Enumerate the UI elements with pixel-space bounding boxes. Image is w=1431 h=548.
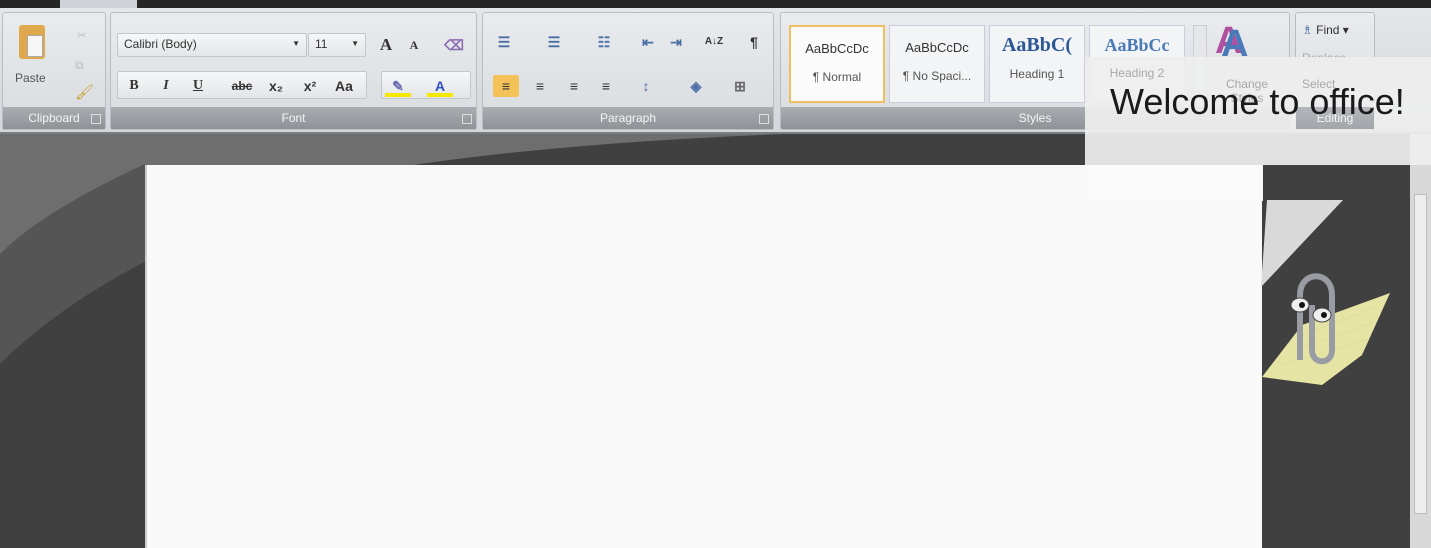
underline-button[interactable]: U (185, 75, 211, 97)
sort-button[interactable]: A↓Z (701, 31, 727, 53)
select-label: Select (1302, 77, 1336, 91)
italic-button[interactable]: I (153, 75, 179, 97)
style-name: ¶ No Spaci... (902, 69, 972, 83)
change-case-button[interactable]: Aa (331, 75, 357, 97)
style-heading-2[interactable]: AaBbCc Heading 2 (1089, 25, 1185, 103)
increase-indent-icon[interactable]: ⇥ (663, 31, 689, 53)
paste-icon[interactable] (19, 25, 45, 59)
show-formatting-button[interactable]: ¶ (741, 31, 767, 53)
numbering-icon[interactable]: ☰ (541, 31, 567, 53)
font-group-label: Font (111, 107, 476, 129)
grow-font-button[interactable]: A (373, 34, 399, 56)
replace-button[interactable]: Replace (1302, 51, 1346, 65)
subscript-button[interactable]: x₂ (263, 75, 289, 97)
dialog-launcher-icon[interactable] (91, 114, 101, 124)
find-label: Find (1316, 23, 1340, 37)
font-size-value: 11 (315, 37, 328, 51)
font-group: Calibri (Body) ▼ 11 ▼ A A ⌫ B I U abc x₂ x… (110, 12, 477, 130)
change-styles-button[interactable]: Change Styles (1217, 77, 1277, 105)
multilevel-list-icon[interactable]: ☷ (591, 31, 617, 53)
chevron-down-icon: ▼ (351, 39, 359, 48)
style-name: ¶ Normal (812, 70, 862, 84)
clipboard-group-label: Clipboard (3, 107, 105, 129)
highlight-icon[interactable]: ✎ (385, 75, 411, 97)
styles-scroll-icon[interactable] (1193, 25, 1207, 103)
styles-group: AaBbCcDc ¶ Normal AaBbCcDc ¶ No Spaci... A… (780, 12, 1290, 130)
bold-button[interactable]: B (121, 75, 147, 97)
chevron-down-icon: ▼ (292, 39, 300, 48)
editing-group-label: Editing (1296, 107, 1374, 129)
copy-icon[interactable]: ⧉ (75, 58, 84, 73)
paste-button[interactable]: Paste (15, 71, 46, 85)
font-color-button[interactable]: A (427, 75, 453, 97)
style-preview: AaBbCcDc (905, 40, 969, 55)
superscript-button[interactable]: x² (297, 75, 323, 97)
font-size-select[interactable]: 11 ▼ (308, 33, 366, 57)
clipboard-group: Paste ✂ ⧉ 🖌 Clipboard (2, 12, 106, 130)
style-no-spacing[interactable]: AaBbCcDc ¶ No Spaci... (889, 25, 985, 103)
bullets-icon[interactable]: ☰ (491, 31, 517, 53)
align-left-icon[interactable]: ≡ (493, 75, 519, 97)
editing-group: ♗ Find ▾ Replace Select Editing (1295, 12, 1375, 130)
vertical-scrollbar[interactable] (1410, 134, 1431, 548)
style-heading-1[interactable]: AaBbC( Heading 1 (989, 25, 1085, 103)
style-preview: AaBbC( (1001, 34, 1072, 56)
document-page[interactable] (145, 165, 1262, 548)
style-preview: AaBbCc (1104, 35, 1170, 55)
change-styles-icon[interactable]: A (1221, 23, 1248, 66)
style-name: Heading 1 (1009, 67, 1065, 81)
align-right-icon[interactable]: ≡ (561, 75, 587, 97)
borders-icon[interactable]: ⊞ (727, 75, 753, 97)
justify-icon[interactable]: ≡ (593, 75, 619, 97)
shading-icon[interactable]: ◈ (683, 75, 709, 97)
clear-formatting-icon[interactable]: ⌫ (441, 34, 467, 56)
select-button[interactable]: Select (1302, 77, 1335, 91)
replace-label: Replace (1302, 51, 1347, 65)
cut-icon[interactable]: ✂ (77, 29, 86, 42)
paragraph-group-label: Paragraph (483, 107, 773, 129)
dialog-launcher-icon[interactable] (759, 114, 769, 124)
styles-group-label: Styles (781, 107, 1289, 129)
strikethrough-button[interactable]: abc (229, 75, 255, 97)
dialog-launcher-icon[interactable] (462, 114, 472, 124)
paragraph-group: ☰ ☰ ☷ ⇤ ⇥ A↓Z ¶ ≡ ≡ ≡ ≡ ↕ ◈ ⊞ Paragraph (482, 12, 774, 130)
style-normal[interactable]: AaBbCcDc ¶ Normal (789, 25, 885, 103)
align-center-icon[interactable]: ≡ (527, 75, 553, 97)
binoculars-icon: ♗ (1302, 23, 1313, 37)
shrink-font-button[interactable]: A (401, 34, 427, 56)
line-spacing-icon[interactable]: ↕ (633, 75, 659, 97)
font-name-value: Calibri (Body) (124, 37, 197, 51)
font-name-select[interactable]: Calibri (Body) ▼ (117, 33, 307, 57)
tab-home[interactable] (60, 0, 137, 8)
clippy-assistant-icon[interactable] (1252, 265, 1392, 390)
ribbon: Paste ✂ ⧉ 🖌 Clipboard Calibri (Body) ▼ 11… (0, 8, 1431, 134)
style-name: Heading 2 (1109, 66, 1165, 80)
find-button[interactable]: ♗ Find ▾ (1302, 23, 1349, 37)
title-bar (0, 0, 1431, 8)
format-painter-icon[interactable]: 🖌 (75, 83, 94, 101)
decrease-indent-icon[interactable]: ⇤ (635, 31, 661, 53)
style-preview: AaBbCcDc (805, 41, 869, 56)
